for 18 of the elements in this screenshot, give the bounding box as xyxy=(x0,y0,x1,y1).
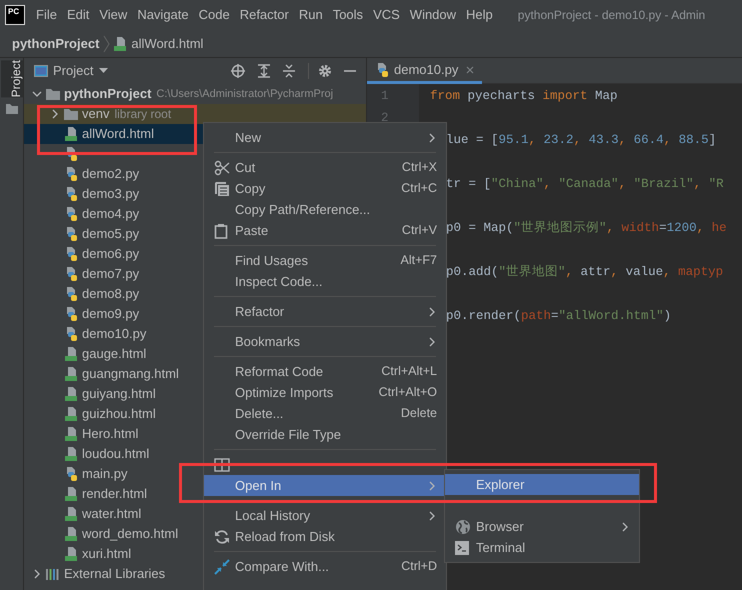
window-title: pythonProject - demo10.py - Admin xyxy=(518,7,706,24)
shortcut-label: Ctrl+X xyxy=(402,159,437,176)
shortcut-label: Ctrl+Alt+L xyxy=(381,363,437,380)
code-line: p0.render(path="allWord.html") xyxy=(446,308,672,325)
shortcut-label: Delete xyxy=(400,405,437,422)
shortcut-label: Ctrl+Alt+O xyxy=(378,384,437,402)
code-line: p0.add("世界地图", attr, value, maptyp xyxy=(446,264,724,281)
path-label: C:\Users\Administrator\PycharmProj xyxy=(156,86,334,102)
shortcut-label: Ctrl+V xyxy=(402,222,437,240)
app-logo: PC xyxy=(5,5,25,25)
code-line: from pyecharts import Map xyxy=(430,88,618,105)
code-line: lue = [95.1, 23.2, 43.3, 66.4, 88.5] xyxy=(446,132,716,149)
code-line: p0 = Map("世界地图示例", width=1200, he xyxy=(446,220,727,237)
note-label: library root xyxy=(114,106,172,123)
shortcut-label: Ctrl+C xyxy=(401,180,437,198)
shortcut-label: Alt+F7 xyxy=(400,252,437,270)
shortcut-label: Ctrl+D xyxy=(401,558,437,576)
code-line: tr = ["China", "Canada", "Brazil", "R xyxy=(446,176,724,193)
